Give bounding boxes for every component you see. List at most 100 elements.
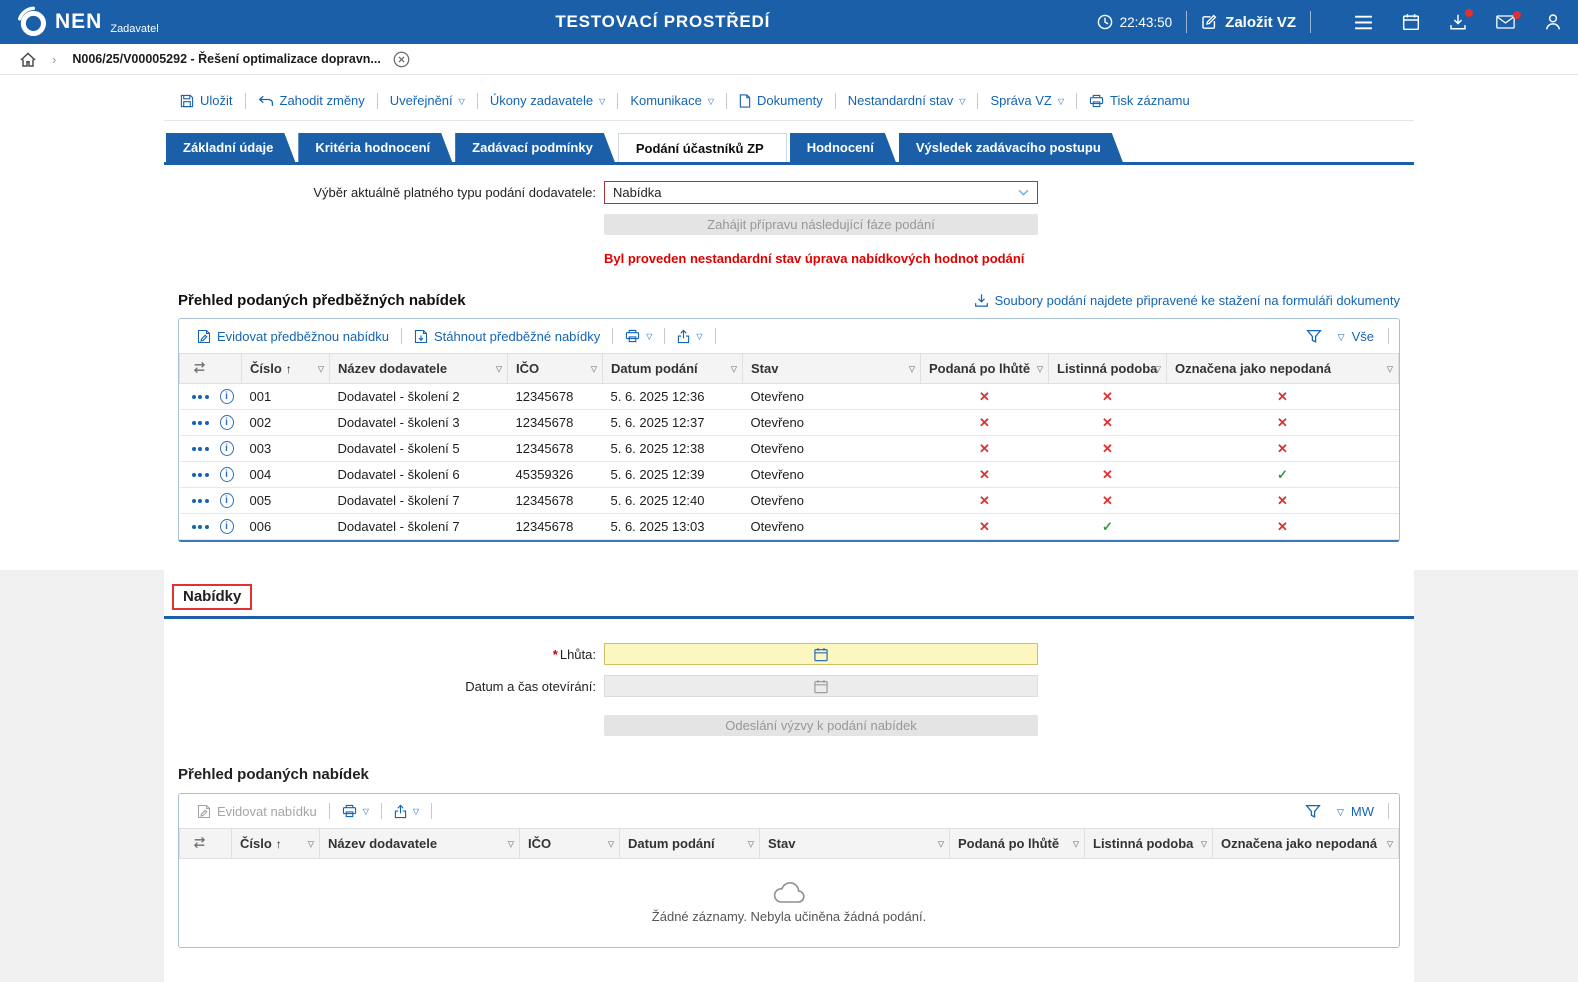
table-row[interactable]: i001Dodavatel - školení 2123456785. 6. 2…	[180, 384, 1399, 410]
filter-caret-icon[interactable]: ▽	[909, 364, 915, 373]
filter-caret-icon[interactable]: ▽	[308, 839, 314, 848]
export-table-button[interactable]: ▽	[667, 329, 712, 344]
publish-menu-button[interactable]: Uveřejnění ▽	[380, 93, 475, 108]
filter-caret-icon[interactable]: ▽	[608, 839, 614, 848]
cell-paper-form: ✕	[1049, 436, 1167, 462]
documents-button[interactable]: Dokumenty	[729, 93, 833, 108]
row-info-button[interactable]: i	[220, 389, 234, 404]
home-button[interactable]	[20, 52, 36, 67]
col-listinna-podoba[interactable]: Listinná podoba▽	[1085, 829, 1213, 859]
toolbar-divider	[431, 803, 432, 819]
breadcrumb-record[interactable]: N006/25/V00005292 - Řešení optimalizace …	[72, 52, 380, 66]
tab-zadavaci-podminky[interactable]: Zadávací podmínky	[455, 133, 615, 162]
close-record-button[interactable]	[393, 51, 410, 68]
nen-logo[interactable]: NEN Zadavatel	[16, 6, 159, 39]
filter-caret-icon[interactable]: ▽	[731, 364, 737, 373]
filter-caret-icon[interactable]: ▽	[496, 364, 502, 373]
col-listinna-podoba[interactable]: Listinná podoba▽	[1049, 354, 1167, 384]
print-record-button[interactable]: Tisk záznamu	[1079, 93, 1200, 108]
column-settings-header[interactable]	[180, 829, 232, 859]
print-table-button[interactable]: ▽	[615, 329, 662, 343]
cell-state: Otevřeno	[743, 488, 921, 514]
download-icon	[974, 293, 989, 308]
table-row[interactable]: i005Dodavatel - školení 7123456785. 6. 2…	[180, 488, 1399, 514]
col-podana-po-lhute[interactable]: Podaná po lhůtě▽	[950, 829, 1085, 859]
next-phase-button[interactable]: Zahájit přípravu následující fáze podání	[604, 214, 1038, 235]
col-stav[interactable]: Stav▽	[743, 354, 921, 384]
row-info-button[interactable]: i	[220, 519, 234, 534]
col-nazev-dodavatele[interactable]: Název dodavatele▽	[320, 829, 520, 859]
row-menu-button[interactable]	[192, 421, 209, 425]
row-info-button[interactable]: i	[220, 415, 234, 430]
col-datum-podani[interactable]: Datum podání▽	[603, 354, 743, 384]
submission-type-select[interactable]: Nabídka	[604, 181, 1038, 204]
profile-button[interactable]	[1544, 13, 1562, 31]
messages-button[interactable]	[1496, 15, 1515, 29]
contracting-actions-menu-button[interactable]: Úkony zadavatele ▽	[480, 93, 616, 108]
tab-podani-ucastniku-zp[interactable]: Podání účastníků ZP	[618, 133, 787, 162]
col-oznacena-jako-nepodana[interactable]: Označena jako nepodaná▽	[1213, 829, 1399, 859]
filter-caret-icon[interactable]: ▽	[1073, 839, 1079, 848]
filter-button[interactable]	[1302, 329, 1326, 344]
col-podana-po-lhute[interactable]: Podaná po lhůtě▽	[921, 354, 1049, 384]
col-stav[interactable]: Stav▽	[760, 829, 950, 859]
tab-kriteria-hodnoceni[interactable]: Kritéria hodnocení	[298, 133, 452, 162]
nonstandard-state-menu-button[interactable]: Nestandardní stav ▽	[838, 93, 976, 108]
deadline-calendar-button[interactable]	[814, 647, 829, 662]
downloads-button[interactable]	[1449, 13, 1467, 31]
col-label: Datum podání	[628, 836, 715, 851]
filter-button[interactable]	[1301, 804, 1325, 819]
menu-button[interactable]	[1354, 15, 1373, 30]
vz-admin-menu-button[interactable]: Správa VZ ▽	[980, 93, 1074, 108]
filter-caret-icon[interactable]: ▽	[1037, 364, 1043, 373]
register-bid-button[interactable]: Evidovat nabídku	[187, 804, 327, 819]
row-menu-button[interactable]	[192, 447, 209, 451]
col-oznacena-jako-nepodana[interactable]: Označena jako nepodaná▽	[1167, 354, 1399, 384]
filter-caret-icon[interactable]: ▽	[1201, 839, 1207, 848]
submission-files-link[interactable]: Soubory podání najdete připravené ke sta…	[974, 293, 1400, 308]
table-row[interactable]: i002Dodavatel - školení 3123456785. 6. 2…	[180, 410, 1399, 436]
discard-changes-button[interactable]: Zahodit změny	[248, 93, 375, 108]
tab-zakladni-udaje[interactable]: Základní údaje	[166, 133, 295, 162]
filter-caret-icon[interactable]: ▽	[1155, 364, 1161, 373]
row-menu-button[interactable]	[192, 473, 209, 477]
calendar-button[interactable]	[1402, 13, 1420, 31]
filter-caret-icon[interactable]: ▽	[938, 839, 944, 848]
col-ico[interactable]: IČO▽	[520, 829, 620, 859]
opening-calendar-button[interactable]	[814, 679, 829, 694]
row-menu-button[interactable]	[192, 499, 209, 503]
col-datum-podani[interactable]: Datum podání ▽	[620, 829, 760, 859]
row-menu-button[interactable]	[192, 395, 209, 399]
filter-caret-icon[interactable]: ▽	[1387, 364, 1393, 373]
export-table-button[interactable]: ▽	[384, 804, 429, 819]
download-prelim-bids-button[interactable]: Stáhnout předběžné nabídky	[404, 329, 610, 344]
filter-caret-icon[interactable]: ▽	[1387, 839, 1393, 848]
filter-caret-icon[interactable]: ▽	[591, 364, 597, 373]
row-info-button[interactable]: i	[220, 441, 234, 456]
register-prelim-bid-button[interactable]: Evidovat předběžnou nabídku	[187, 329, 399, 344]
row-info-button[interactable]: i	[220, 493, 234, 508]
row-menu-button[interactable]	[192, 525, 209, 529]
table-row[interactable]: i006Dodavatel - školení 7123456785. 6. 2…	[180, 514, 1399, 540]
create-vz-button[interactable]: Založit VZ	[1201, 14, 1296, 31]
col-nazev-dodavatele[interactable]: Název dodavatele▽	[330, 354, 508, 384]
tab-hodnoceni[interactable]: Hodnocení	[790, 133, 896, 162]
col-ico[interactable]: IČO▽	[508, 354, 603, 384]
column-settings-header[interactable]	[180, 354, 242, 384]
table-row[interactable]: i004Dodavatel - školení 6453593265. 6. 2…	[180, 462, 1399, 488]
col-cislo[interactable]: Číslo↑▽	[232, 829, 320, 859]
save-button[interactable]: Uložit	[170, 93, 243, 108]
view-filter-select[interactable]: ▽ Vše	[1334, 329, 1378, 344]
communication-menu-button[interactable]: Komunikace ▽	[620, 93, 724, 108]
view-filter-select[interactable]: ▽ MW	[1333, 804, 1378, 819]
row-info-button[interactable]: i	[220, 467, 234, 482]
filter-caret-icon[interactable]: ▽	[508, 839, 514, 848]
print-table-button[interactable]: ▽	[332, 804, 379, 818]
tab-vysledek-zadavaciho-postupu[interactable]: Výsledek zadávacího postupu	[899, 133, 1123, 162]
cell-late: ✕	[921, 462, 1049, 488]
filter-caret-icon[interactable]: ▽	[748, 839, 754, 848]
send-invite-button[interactable]: Odeslání výzvy k podání nabídek	[604, 715, 1038, 736]
col-cislo[interactable]: Číslo↑▽	[242, 354, 330, 384]
table-row[interactable]: i003Dodavatel - školení 5123456785. 6. 2…	[180, 436, 1399, 462]
filter-caret-icon[interactable]: ▽	[318, 364, 324, 373]
